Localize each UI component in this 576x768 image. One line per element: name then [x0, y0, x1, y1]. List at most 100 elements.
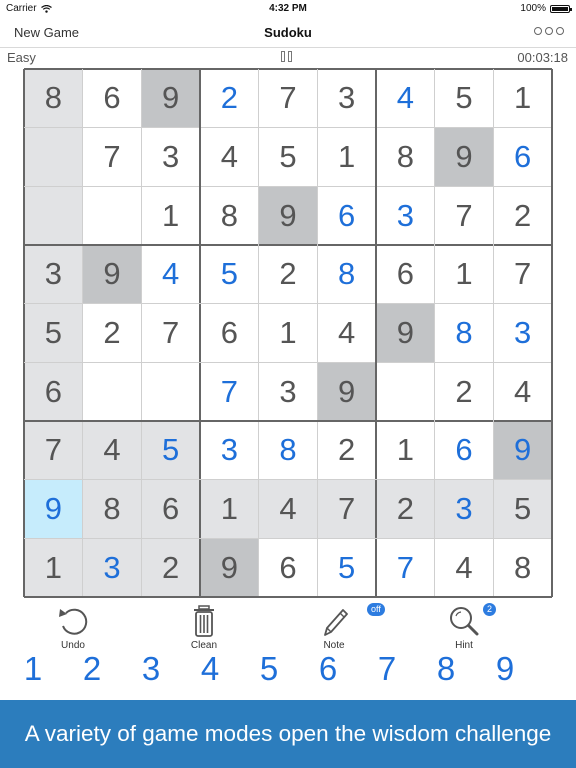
number-key[interactable]: 5: [249, 650, 289, 688]
sudoku-cell[interactable]: 3: [24, 245, 83, 304]
sudoku-cell[interactable]: 8: [258, 421, 318, 480]
sudoku-cell[interactable]: 4: [258, 479, 318, 539]
sudoku-cell[interactable]: 5: [24, 303, 83, 363]
sudoku-cell[interactable]: 3: [493, 303, 552, 363]
sudoku-cell[interactable]: [82, 362, 142, 421]
more-options-icon[interactable]: [534, 27, 564, 35]
sudoku-cell[interactable]: 4: [493, 362, 552, 421]
sudoku-cell[interactable]: 1: [434, 245, 494, 304]
sudoku-cell[interactable]: 6: [141, 479, 200, 539]
number-key[interactable]: 3: [131, 650, 171, 688]
sudoku-cell[interactable]: 7: [258, 69, 318, 128]
sudoku-cell[interactable]: 6: [317, 186, 376, 245]
sudoku-cell[interactable]: 6: [200, 303, 259, 363]
sudoku-cell[interactable]: 2: [82, 303, 142, 363]
clean-button[interactable]: Clean: [164, 600, 244, 651]
sudoku-cell[interactable]: 2: [434, 362, 494, 421]
sudoku-cell[interactable]: 2: [493, 186, 552, 245]
sudoku-cell[interactable]: 3: [317, 69, 376, 128]
sudoku-cell[interactable]: 7: [317, 479, 376, 539]
sudoku-cell[interactable]: 9: [141, 69, 200, 128]
sudoku-cell[interactable]: 4: [141, 245, 200, 304]
sudoku-cell[interactable]: 8: [200, 186, 259, 245]
number-key[interactable]: 8: [426, 650, 466, 688]
new-game-button[interactable]: New Game: [14, 25, 79, 40]
sudoku-cell[interactable]: 3: [376, 186, 435, 245]
number-key[interactable]: 6: [308, 650, 348, 688]
sudoku-cell[interactable]: 6: [258, 538, 318, 597]
number-key[interactable]: 9: [485, 650, 525, 688]
sudoku-cell[interactable]: 8: [493, 538, 552, 597]
sudoku-cell[interactable]: 5: [141, 421, 200, 480]
number-key[interactable]: 2: [72, 650, 112, 688]
sudoku-cell[interactable]: 8: [376, 127, 435, 187]
trash-icon: [194, 605, 214, 637]
sudoku-cell[interactable]: 4: [200, 127, 259, 187]
sudoku-cell[interactable]: 3: [258, 362, 318, 421]
sudoku-cell[interactable]: 9: [82, 245, 142, 304]
sudoku-cell[interactable]: 2: [376, 479, 435, 539]
sudoku-cell[interactable]: 7: [141, 303, 200, 363]
sudoku-cell[interactable]: [24, 186, 83, 245]
sudoku-cell[interactable]: 9: [200, 538, 259, 597]
sudoku-cell[interactable]: 1: [24, 538, 83, 597]
sudoku-cell[interactable]: 4: [376, 69, 435, 128]
sudoku-cell[interactable]: 5: [493, 479, 552, 539]
sudoku-cell[interactable]: 6: [82, 69, 142, 128]
sudoku-cell[interactable]: 1: [141, 186, 200, 245]
sudoku-cell[interactable]: [24, 127, 83, 187]
sudoku-cell[interactable]: 7: [82, 127, 142, 187]
sudoku-cell[interactable]: [82, 186, 142, 245]
note-button[interactable]: Note off: [294, 600, 385, 651]
sudoku-cell[interactable]: 3: [434, 479, 494, 539]
sudoku-cell[interactable]: 9: [24, 479, 83, 539]
sudoku-cell[interactable]: [141, 362, 200, 421]
sudoku-cell[interactable]: 7: [24, 421, 83, 480]
number-key[interactable]: 1: [13, 650, 53, 688]
sudoku-cell[interactable]: 4: [434, 538, 494, 597]
sudoku-cell[interactable]: 9: [493, 421, 552, 480]
hint-button[interactable]: Hint 2: [424, 600, 504, 651]
sudoku-cell[interactable]: 2: [317, 421, 376, 480]
sudoku-cell[interactable]: 4: [82, 421, 142, 480]
sudoku-cell[interactable]: 6: [493, 127, 552, 187]
pause-icon[interactable]: [281, 51, 292, 62]
sudoku-cell[interactable]: 5: [200, 245, 259, 304]
sudoku-cell[interactable]: 7: [434, 186, 494, 245]
sudoku-cell[interactable]: [376, 362, 435, 421]
sudoku-cell[interactable]: 6: [24, 362, 83, 421]
sudoku-cell[interactable]: 7: [200, 362, 259, 421]
sudoku-cell[interactable]: 1: [376, 421, 435, 480]
sudoku-cell[interactable]: 1: [258, 303, 318, 363]
sudoku-cell[interactable]: 1: [317, 127, 376, 187]
sudoku-cell[interactable]: 3: [141, 127, 200, 187]
sudoku-cell[interactable]: 9: [317, 362, 376, 421]
grid-line: [316, 69, 318, 597]
sudoku-cell[interactable]: 5: [258, 127, 318, 187]
sudoku-cell[interactable]: 1: [493, 69, 552, 128]
sudoku-cell[interactable]: 7: [376, 538, 435, 597]
note-status-badge: off: [367, 603, 385, 616]
sudoku-cell[interactable]: 9: [376, 303, 435, 363]
number-key[interactable]: 4: [190, 650, 230, 688]
sudoku-cell[interactable]: 9: [258, 186, 318, 245]
sudoku-cell[interactable]: 7: [493, 245, 552, 304]
sudoku-cell[interactable]: 6: [376, 245, 435, 304]
sudoku-cell[interactable]: 2: [258, 245, 318, 304]
sudoku-cell[interactable]: 5: [434, 69, 494, 128]
undo-button[interactable]: Undo: [33, 600, 113, 651]
sudoku-cell[interactable]: 6: [434, 421, 494, 480]
sudoku-cell[interactable]: 1: [200, 479, 259, 539]
sudoku-cell[interactable]: 9: [434, 127, 494, 187]
sudoku-cell[interactable]: 8: [82, 479, 142, 539]
sudoku-cell[interactable]: 2: [200, 69, 259, 128]
sudoku-cell[interactable]: 4: [317, 303, 376, 363]
sudoku-cell[interactable]: 5: [317, 538, 376, 597]
sudoku-cell[interactable]: 3: [200, 421, 259, 480]
sudoku-cell[interactable]: 2: [141, 538, 200, 597]
sudoku-cell[interactable]: 3: [82, 538, 142, 597]
number-key[interactable]: 7: [367, 650, 407, 688]
sudoku-cell[interactable]: 8: [24, 69, 83, 128]
sudoku-cell[interactable]: 8: [434, 303, 494, 363]
sudoku-cell[interactable]: 8: [317, 245, 376, 304]
